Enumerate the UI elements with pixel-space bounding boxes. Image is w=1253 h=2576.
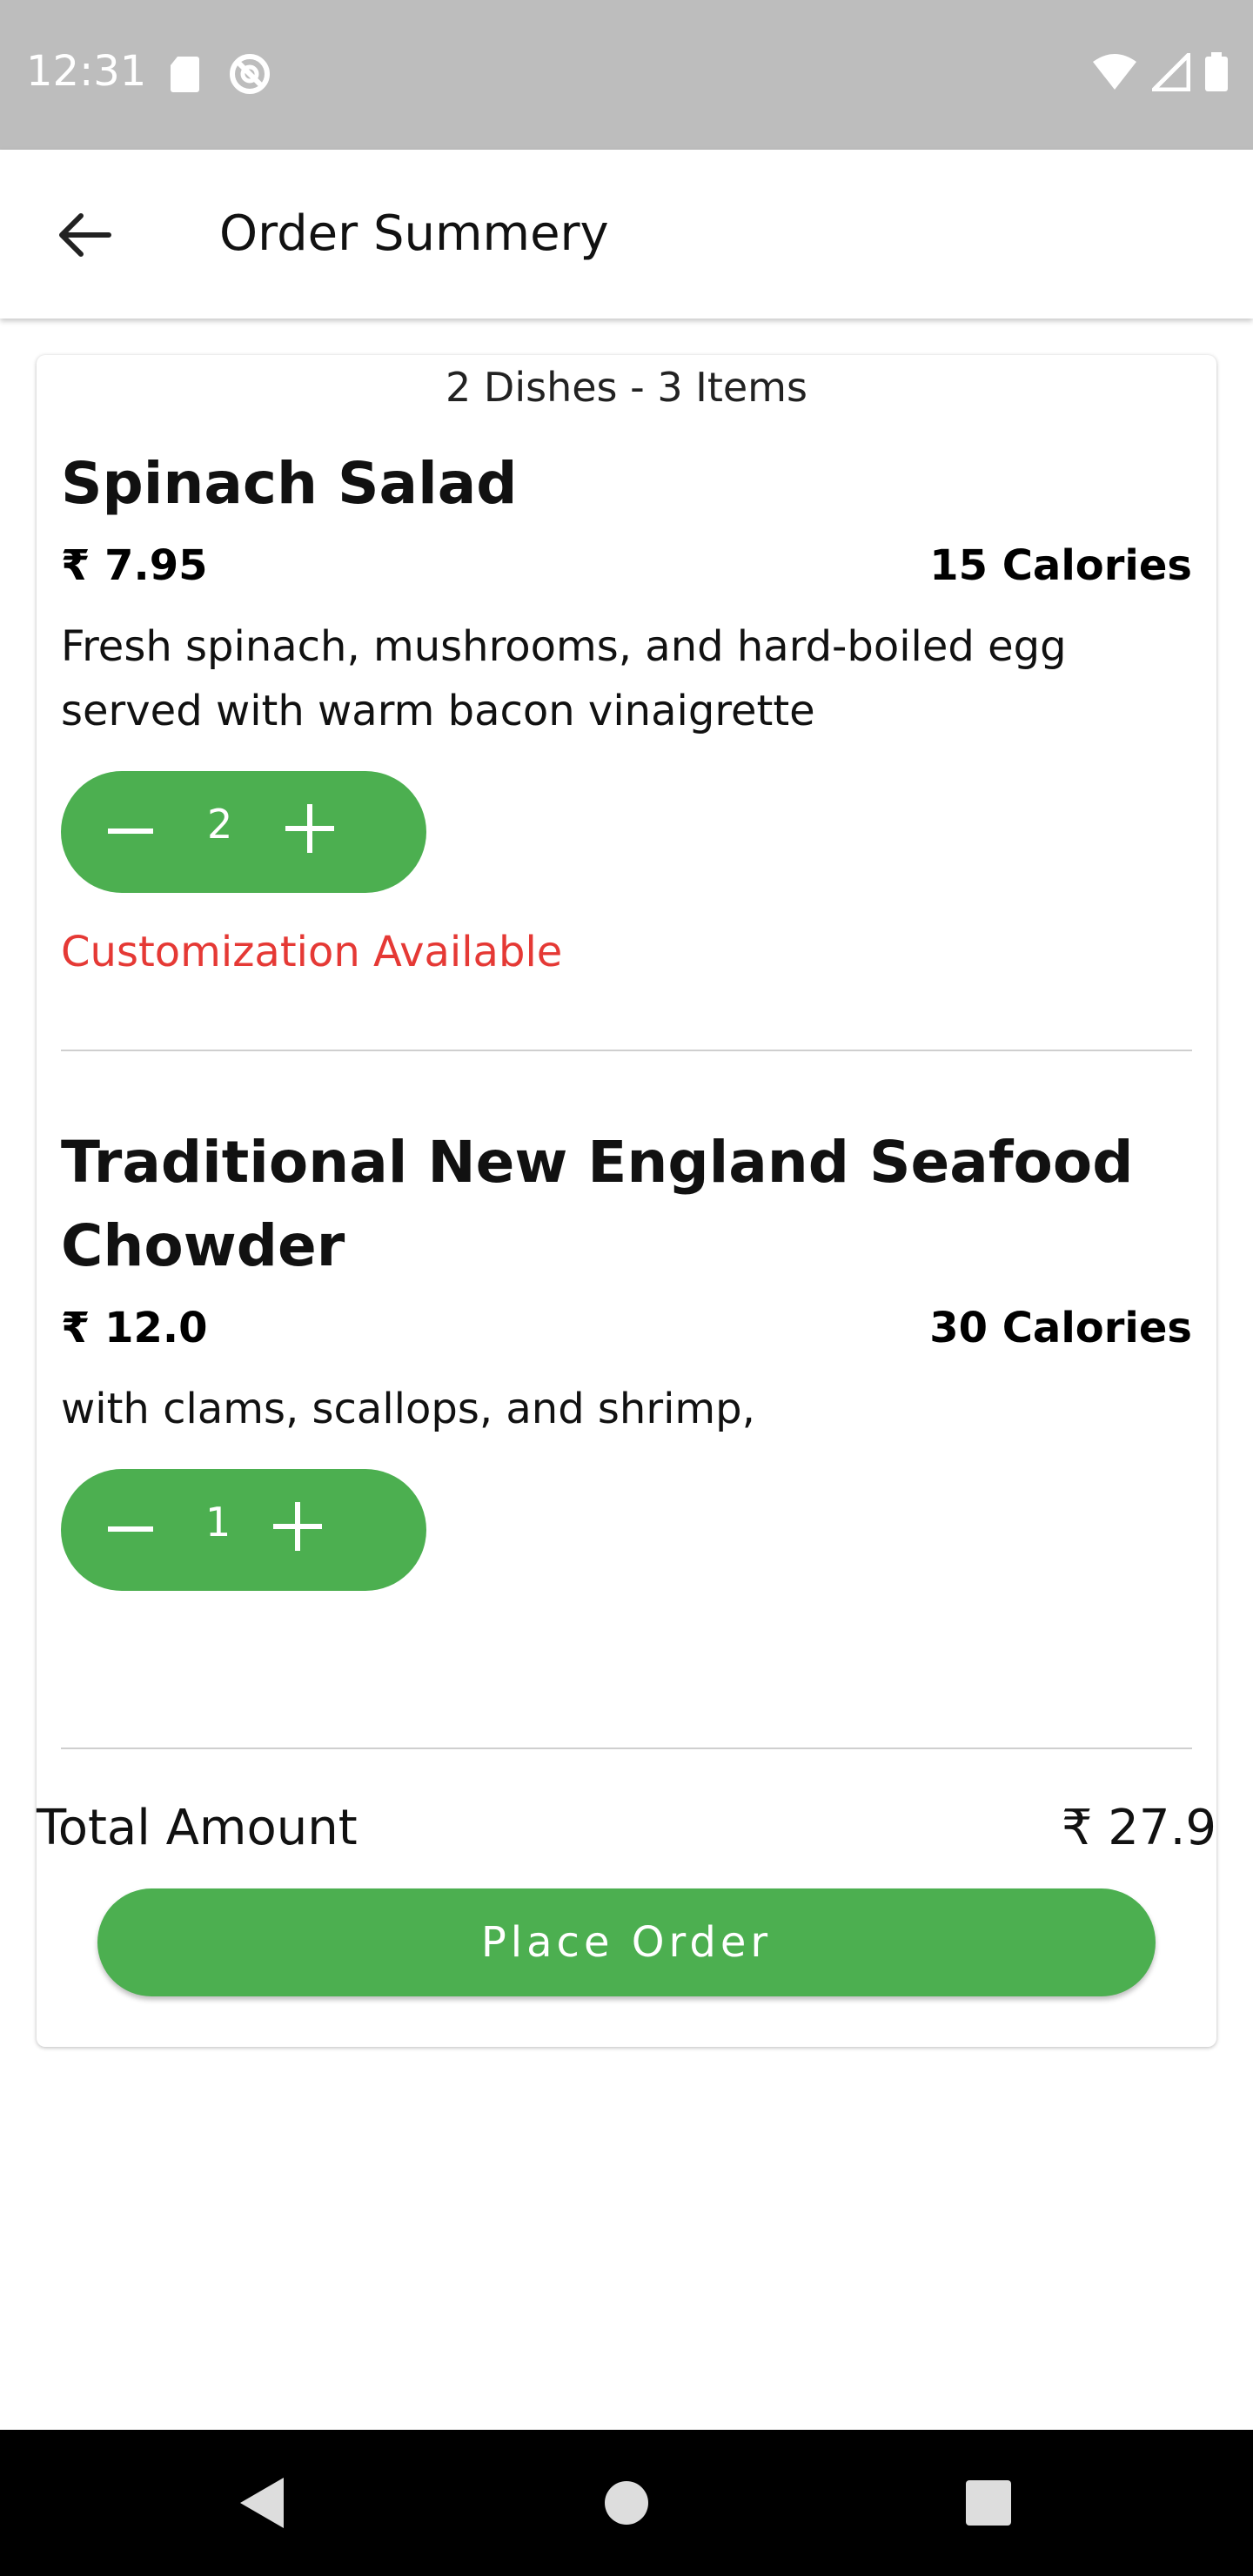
dish-price: ₹ 12.0: [61, 1304, 208, 1352]
nav-recents-button[interactable]: [955, 2472, 1022, 2538]
dish-name: Spinach Salad: [61, 450, 518, 517]
total-label: Total Amount: [37, 1800, 358, 1856]
home-circle-icon: [603, 2479, 650, 2530]
increase-quantity-button[interactable]: [284, 802, 336, 855]
nav-home-button[interactable]: [593, 2472, 660, 2538]
customization-link[interactable]: Customization Available: [61, 928, 1192, 976]
recents-square-icon: [966, 2480, 1011, 2529]
total-value: ₹ 27.9: [1061, 1800, 1216, 1856]
dish-item: Spinach Salad ₹ 7.95 15 Calories Fresh s…: [61, 442, 1192, 976]
status-bar: 12:31: [0, 0, 1253, 150]
dish-calories: 15 Calories: [929, 541, 1192, 590]
total-row: Total Amount ₹ 27.9: [37, 1800, 1216, 1856]
battery-icon: [1204, 52, 1229, 96]
system-nav-bar: [0, 2430, 1253, 2576]
back-button[interactable]: [50, 202, 120, 272]
dish-description: Fresh spinach, mushrooms, and hard-boile…: [61, 622, 1067, 735]
quantity-stepper: 2: [61, 771, 426, 893]
no-sync-icon: [228, 52, 271, 99]
dish-description: with clams, scallops, and shrimp,: [61, 1385, 755, 1433]
quantity-value: 1: [205, 1499, 231, 1546]
status-time: 12:31: [26, 47, 147, 96]
arrow-left-icon: [58, 212, 112, 261]
divider: [61, 1748, 1192, 1749]
increase-quantity-button[interactable]: [271, 1500, 324, 1553]
place-order-button[interactable]: Place Order: [97, 1888, 1156, 1996]
app-bar: Order Summery: [0, 150, 1253, 319]
back-triangle-icon: [237, 2476, 285, 2533]
order-summary-card: 2 Dishes - 3 Items Spinach Salad ₹ 7.95 …: [37, 355, 1216, 2047]
wifi-icon: [1091, 53, 1138, 95]
dish-name: Traditional New England Seafood Chowder: [61, 1129, 1134, 1279]
page-title: Order Summery: [219, 205, 609, 262]
decrease-quantity-button[interactable]: [104, 806, 157, 858]
quantity-value: 2: [207, 801, 233, 848]
divider: [61, 1050, 1192, 1051]
dish-item: Traditional New England Seafood Chowder …: [61, 1121, 1192, 1591]
dish-calories: 30 Calories: [929, 1304, 1192, 1352]
order-count-summary: 2 Dishes - 3 Items: [446, 364, 807, 411]
decrease-quantity-button[interactable]: [104, 1504, 157, 1556]
cell-signal-icon: [1148, 49, 1191, 95]
nav-back-button[interactable]: [228, 2472, 294, 2538]
sd-card-icon: [169, 55, 200, 97]
dish-price: ₹ 7.95: [61, 541, 208, 590]
quantity-stepper: 1: [61, 1469, 426, 1591]
